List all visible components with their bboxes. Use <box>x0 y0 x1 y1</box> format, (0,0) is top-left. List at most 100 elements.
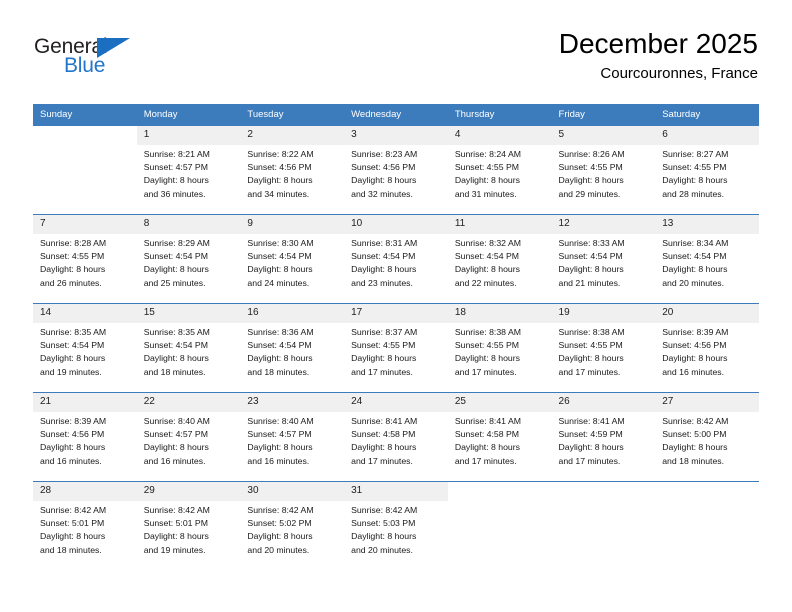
calendar-day-cell[interactable]: 28 Sunrise: 8:42 AM Sunset: 5:01 PM Dayligh… <box>33 481 137 570</box>
calendar-day-cell[interactable]: 31 Sunrise: 8:42 AM Sunset: 5:03 PM Dayligh… <box>344 481 448 570</box>
day-details: Sunrise: 8:30 AM Sunset: 4:54 PM Daylight:… <box>240 234 344 290</box>
day-detail-line: Sunset: 4:58 PM <box>454 429 520 440</box>
calendar-day-cell[interactable]: 18 Sunrise: 8:38 AM Sunset: 4:55 PM Dayligh… <box>447 303 552 392</box>
brand-name-blue: Blue <box>64 54 106 77</box>
day-cell-inner: 14 Sunrise: 8:35 AM Sunset: 4:54 PM Dayligh… <box>33 303 137 392</box>
day-number: 17 <box>344 304 448 323</box>
calendar-day-cell[interactable]: 2 Sunrise: 8:22 AM Sunset: 4:56 PM Daylight… <box>240 125 345 214</box>
day-detail-line: Daylight: 8 hours <box>247 175 313 186</box>
calendar-day-cell[interactable]: 10 Sunrise: 8:31 AM Sunset: 4:54 PM Dayligh… <box>344 214 448 303</box>
day-detail-line: Daylight: 8 hours <box>558 353 624 364</box>
day-details: Sunrise: 8:36 AM Sunset: 4:54 PM Daylight:… <box>240 323 344 379</box>
weekday-header-row: Sunday Monday Tuesday Wednesday Thursday Frid… <box>33 104 759 125</box>
day-number: 9 <box>240 215 345 234</box>
day-cell-inner: 27 Sunrise: 8:42 AM Sunset: 5:00 PM Dayligh… <box>655 392 759 481</box>
day-detail-line: Sunset: 4:55 PM <box>558 162 623 173</box>
day-number <box>655 482 759 501</box>
day-cell-inner: 28 Sunrise: 8:42 AM Sunset: 5:01 PM Dayligh… <box>33 481 137 570</box>
day-detail-line: and 20 minutes. <box>662 277 725 288</box>
day-cell-inner: 21 Sunrise: 8:39 AM Sunset: 4:56 PM Dayligh… <box>33 392 137 481</box>
day-detail-line: and 24 minutes. <box>247 277 310 288</box>
calendar-day-cell[interactable]: 7 Sunrise: 8:28 AM Sunset: 4:55 PM Daylight… <box>33 214 137 303</box>
calendar-day-cell[interactable]: 30 Sunrise: 8:42 AM Sunset: 5:02 PM Dayligh… <box>240 481 345 570</box>
calendar-day-cell[interactable]: 17 Sunrise: 8:37 AM Sunset: 4:55 PM Dayligh… <box>344 303 448 392</box>
day-number: 2 <box>240 126 345 145</box>
day-detail-line: Daylight: 8 hours <box>143 264 209 275</box>
calendar-day-cell[interactable]: 29 Sunrise: 8:42 AM Sunset: 5:01 PM Dayligh… <box>136 481 241 570</box>
day-details: Sunrise: 8:32 AM Sunset: 4:54 PM Daylight:… <box>448 234 552 290</box>
calendar-day-cell[interactable]: 6 Sunrise: 8:27 AM Sunset: 4:55 PM Daylight… <box>655 125 759 214</box>
weekday-header-sunday: Sunday <box>33 104 137 125</box>
day-detail-line: Daylight: 8 hours <box>40 264 106 275</box>
calendar-day-cell[interactable]: 3 Sunrise: 8:23 AM Sunset: 4:56 PM Daylight… <box>344 125 448 214</box>
day-detail-line: Sunset: 4:54 PM <box>40 340 105 351</box>
calendar-day-cell[interactable]: 11 Sunrise: 8:32 AM Sunset: 4:54 PM Dayligh… <box>447 214 552 303</box>
day-detail-line: Sunset: 4:56 PM <box>40 429 105 440</box>
day-detail-line: Sunset: 4:55 PM <box>351 340 416 351</box>
calendar-day-cell[interactable]: 20 Sunrise: 8:39 AM Sunset: 4:56 PM Dayligh… <box>655 303 759 392</box>
calendar-day-cell[interactable]: 12 Sunrise: 8:33 AM Sunset: 4:54 PM Dayligh… <box>551 214 656 303</box>
day-detail-line: Daylight: 8 hours <box>247 531 313 542</box>
calendar-empty-cell <box>447 481 552 570</box>
calendar-day-cell[interactable]: 15 Sunrise: 8:35 AM Sunset: 4:54 PM Dayligh… <box>136 303 241 392</box>
day-detail-line: Daylight: 8 hours <box>40 353 106 364</box>
calendar-day-cell[interactable]: 4 Sunrise: 8:24 AM Sunset: 4:55 PM Daylight… <box>447 125 552 214</box>
calendar-day-cell[interactable]: 13 Sunrise: 8:34 AM Sunset: 4:54 PM Dayligh… <box>655 214 759 303</box>
calendar-week-row: 21 Sunrise: 8:39 AM Sunset: 4:56 PM Dayligh… <box>33 392 759 481</box>
day-detail-line: and 18 minutes. <box>143 366 206 377</box>
day-detail-line: Sunset: 4:55 PM <box>40 251 105 262</box>
weekday-header-wednesday: Wednesday <box>344 104 448 125</box>
day-number: 16 <box>240 304 345 323</box>
day-detail-line: Sunset: 5:00 PM <box>662 429 727 440</box>
day-detail-line: Sunset: 4:55 PM <box>454 340 520 351</box>
calendar-day-cell[interactable]: 14 Sunrise: 8:35 AM Sunset: 4:54 PM Dayligh… <box>33 303 137 392</box>
title-block: December 2025 Courcouronnes, France <box>559 28 758 82</box>
day-detail-line: Sunset: 5:03 PM <box>351 518 416 529</box>
day-detail-line: Sunrise: 8:37 AM <box>351 327 418 337</box>
calendar-day-cell[interactable]: 19 Sunrise: 8:38 AM Sunset: 4:55 PM Dayligh… <box>551 303 656 392</box>
day-detail-line: Sunrise: 8:42 AM <box>662 416 729 426</box>
day-details: Sunrise: 8:42 AM Sunset: 5:03 PM Daylight:… <box>344 501 448 557</box>
day-details: Sunrise: 8:40 AM Sunset: 4:57 PM Daylight:… <box>137 412 241 468</box>
calendar-day-cell[interactable]: 25 Sunrise: 8:41 AM Sunset: 4:58 PM Dayligh… <box>447 392 552 481</box>
day-cell-inner: 3 Sunrise: 8:23 AM Sunset: 4:56 PM Daylight… <box>344 125 448 214</box>
calendar-day-cell[interactable]: 22 Sunrise: 8:40 AM Sunset: 4:57 PM Dayligh… <box>136 392 241 481</box>
calendar-day-cell[interactable]: 24 Sunrise: 8:41 AM Sunset: 4:58 PM Dayligh… <box>344 392 448 481</box>
day-detail-line: and 20 minutes. <box>351 544 413 555</box>
day-details: Sunrise: 8:27 AM Sunset: 4:55 PM Daylight:… <box>655 145 759 201</box>
day-detail-line: Daylight: 8 hours <box>558 175 624 186</box>
calendar-day-cell[interactable]: 8 Sunrise: 8:29 AM Sunset: 4:54 PM Daylight… <box>136 214 241 303</box>
day-detail-line: and 17 minutes. <box>454 455 517 466</box>
calendar-day-cell[interactable]: 27 Sunrise: 8:42 AM Sunset: 5:00 PM Dayligh… <box>655 392 759 481</box>
calendar-day-cell[interactable]: 1 Sunrise: 8:21 AM Sunset: 4:57 PM Daylight… <box>136 125 241 214</box>
calendar-day-cell[interactable]: 16 Sunrise: 8:36 AM Sunset: 4:54 PM Dayligh… <box>240 303 345 392</box>
day-details: Sunrise: 8:42 AM Sunset: 5:00 PM Daylight:… <box>655 412 759 468</box>
calendar-day-cell[interactable]: 26 Sunrise: 8:41 AM Sunset: 4:59 PM Dayligh… <box>551 392 656 481</box>
day-cell-inner: 13 Sunrise: 8:34 AM Sunset: 4:54 PM Dayligh… <box>655 214 759 303</box>
day-number: 8 <box>136 215 241 234</box>
day-detail-line: Sunset: 4:56 PM <box>351 162 416 173</box>
day-detail-line: and 21 minutes. <box>558 277 621 288</box>
calendar-day-cell[interactable]: 9 Sunrise: 8:30 AM Sunset: 4:54 PM Daylight… <box>240 214 345 303</box>
day-cell-inner: 16 Sunrise: 8:36 AM Sunset: 4:54 PM Dayligh… <box>240 303 345 392</box>
calendar-table: Sunday Monday Tuesday Wednesday Thursday Frid… <box>33 104 759 570</box>
calendar-day-cell[interactable]: 21 Sunrise: 8:39 AM Sunset: 4:56 PM Dayligh… <box>33 392 137 481</box>
calendar-day-cell[interactable]: 23 Sunrise: 8:40 AM Sunset: 4:57 PM Dayligh… <box>240 392 345 481</box>
day-details: Sunrise: 8:28 AM Sunset: 4:55 PM Daylight:… <box>33 234 137 290</box>
day-cell-inner: 6 Sunrise: 8:27 AM Sunset: 4:55 PM Daylight… <box>655 125 759 214</box>
day-detail-line: and 36 minutes. <box>143 188 206 199</box>
day-detail-line: Sunrise: 8:22 AM <box>247 149 314 159</box>
day-detail-line: and 31 minutes. <box>454 188 517 199</box>
day-detail-line: Sunset: 4:56 PM <box>247 162 312 173</box>
brand-logo[interactable]: General Blue <box>34 36 154 88</box>
day-detail-line: Sunset: 5:01 PM <box>40 518 105 529</box>
day-detail-line: Sunset: 4:55 PM <box>558 340 623 351</box>
day-detail-line: Sunrise: 8:38 AM <box>558 327 625 337</box>
day-detail-line: Sunrise: 8:35 AM <box>143 327 210 337</box>
day-detail-line: Daylight: 8 hours <box>247 442 313 453</box>
day-number: 12 <box>551 215 656 234</box>
calendar-day-cell[interactable]: 5 Sunrise: 8:26 AM Sunset: 4:55 PM Daylight… <box>551 125 656 214</box>
day-number: 21 <box>33 393 137 412</box>
day-detail-line: and 17 minutes. <box>351 455 413 466</box>
day-details: Sunrise: 8:21 AM Sunset: 4:57 PM Daylight:… <box>137 145 241 201</box>
